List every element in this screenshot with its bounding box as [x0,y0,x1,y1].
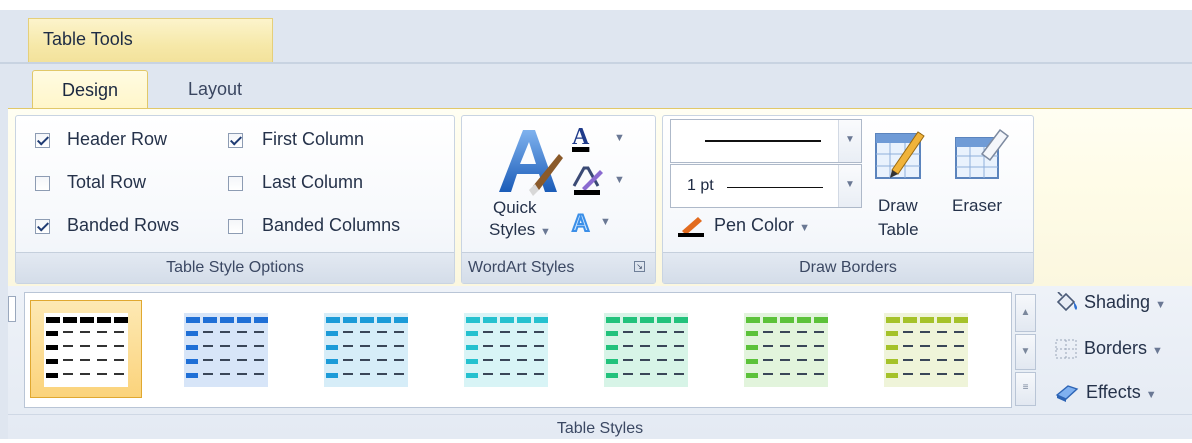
borders-icon [1055,339,1077,359]
quick-styles-label-text: Styles [489,220,536,239]
table-style-preview-icon [884,313,968,387]
draw-table-button[interactable]: Draw Table [868,124,932,246]
quick-styles-button[interactable]: Quick Styles ▼ [481,120,571,250]
quick-styles-icon [499,130,563,196]
quick-styles-label-line2: Styles ▼ [489,220,551,240]
gallery-left-edge [8,296,16,322]
text-fill-icon: A [572,124,590,150]
shading-label: Shading [1084,292,1151,312]
table-style-preview-icon [744,313,828,387]
shading-dropdown-icon: ▼ [1155,299,1166,311]
checkbox-banded-rows[interactable] [35,219,50,234]
draw-table-label-line1: Draw [878,196,918,215]
gallery-scroll-down-button[interactable]: ▼ [1015,334,1036,370]
chevron-down-icon: ▼ [540,226,551,238]
pen-color-label: Pen Color [714,215,795,235]
tab-design[interactable]: Design [32,70,148,110]
checkbox-header-row[interactable] [35,133,50,148]
draw-table-icon [875,131,925,179]
label-total-row: Total Row [67,172,147,192]
borders-button[interactable]: Borders ▼ [1054,338,1163,360]
text-effects-button[interactable]: A ▼ [571,209,632,244]
wordart-styles-label: WordArt Styles [468,259,575,276]
table-style-thumbnail[interactable] [590,300,702,398]
table-style-preview-icon [324,313,408,387]
label-last-column: Last Column [262,172,364,192]
group-label-table-styles: Table Styles [8,414,1192,440]
eraser-button[interactable]: Eraser [948,124,1022,224]
pen-weight-dropdown-arrow[interactable]: ▼ [838,165,861,207]
pen-style-dropdown-arrow[interactable]: ▼ [838,120,861,162]
eraser-icon [955,128,1010,179]
group-label-table-style-options: Table Style Options [16,252,454,283]
pen-style-line [705,140,821,142]
text-effects-icon: A [571,209,590,238]
label-banded-rows: Banded Rows [67,215,180,235]
pen-weight-dropdown[interactable]: 1 pt ▼ [670,164,862,208]
table-style-preview-icon [44,313,128,387]
label-header-row: Header Row [67,129,168,149]
effects-label: Effects [1086,382,1141,402]
tab-layout[interactable]: Layout [160,70,270,110]
pen-style-dropdown[interactable]: ▼ [670,119,862,163]
pen-color-dropdown-icon: ▼ [799,222,810,234]
effects-dropdown-icon: ▼ [1145,389,1157,401]
text-outline-icon [572,166,603,195]
quick-styles-label-line1: Quick [493,198,537,217]
table-style-thumbnail[interactable] [450,300,562,398]
table-style-preview-icon [604,313,688,387]
effects-icon [1055,385,1079,403]
table-style-thumbnail[interactable] [870,300,982,398]
text-fill-button[interactable]: A ▼ [572,124,632,158]
table-style-preview-icon [464,313,548,387]
contextual-tab-table-tools: Table Tools [28,18,273,64]
pen-weight-value: 1 pt [687,177,714,194]
dialog-launcher-icon[interactable]: ↘ [634,261,645,272]
shading-button[interactable]: Shading ▼ [1054,292,1166,314]
text-fill-dropdown-icon: ▼ [614,132,625,144]
checkbox-banded-columns[interactable] [228,219,243,234]
paint-bucket-icon [1056,292,1078,312]
text-outline-button[interactable]: ▼ [572,166,632,200]
table-style-preview-icon [184,313,268,387]
gallery-more-button[interactable]: ≡ [1015,372,1036,406]
gallery-scroll-up-button[interactable]: ▲ [1015,294,1036,332]
group-label-wordart-styles: WordArt Styles ↘ [462,252,655,283]
effects-button[interactable]: Effects ▼ [1054,382,1157,403]
text-effects-dropdown-icon: ▼ [600,216,611,228]
table-style-thumbnail[interactable] [30,300,142,398]
table-style-thumbnail[interactable] [730,300,842,398]
table-style-thumbnail[interactable] [170,300,282,398]
checkbox-total-row[interactable] [35,176,50,191]
pen-weight-line [727,187,823,188]
text-outline-dropdown-icon: ▼ [614,174,625,186]
label-first-column: First Column [262,129,365,149]
pen-color-button[interactable]: Pen Color ▼ [676,215,810,238]
draw-table-label-line2: Table [878,220,919,239]
pen-color-icon [678,217,704,238]
borders-label: Borders [1084,338,1148,358]
checkbox-last-column[interactable] [228,176,243,191]
eraser-label: Eraser [952,196,1003,215]
table-style-thumbnail[interactable] [310,300,422,398]
group-label-draw-borders: Draw Borders [663,252,1033,283]
checkbox-first-column[interactable] [228,133,243,148]
label-banded-columns: Banded Columns [262,215,401,235]
borders-dropdown-icon: ▼ [1152,345,1163,357]
